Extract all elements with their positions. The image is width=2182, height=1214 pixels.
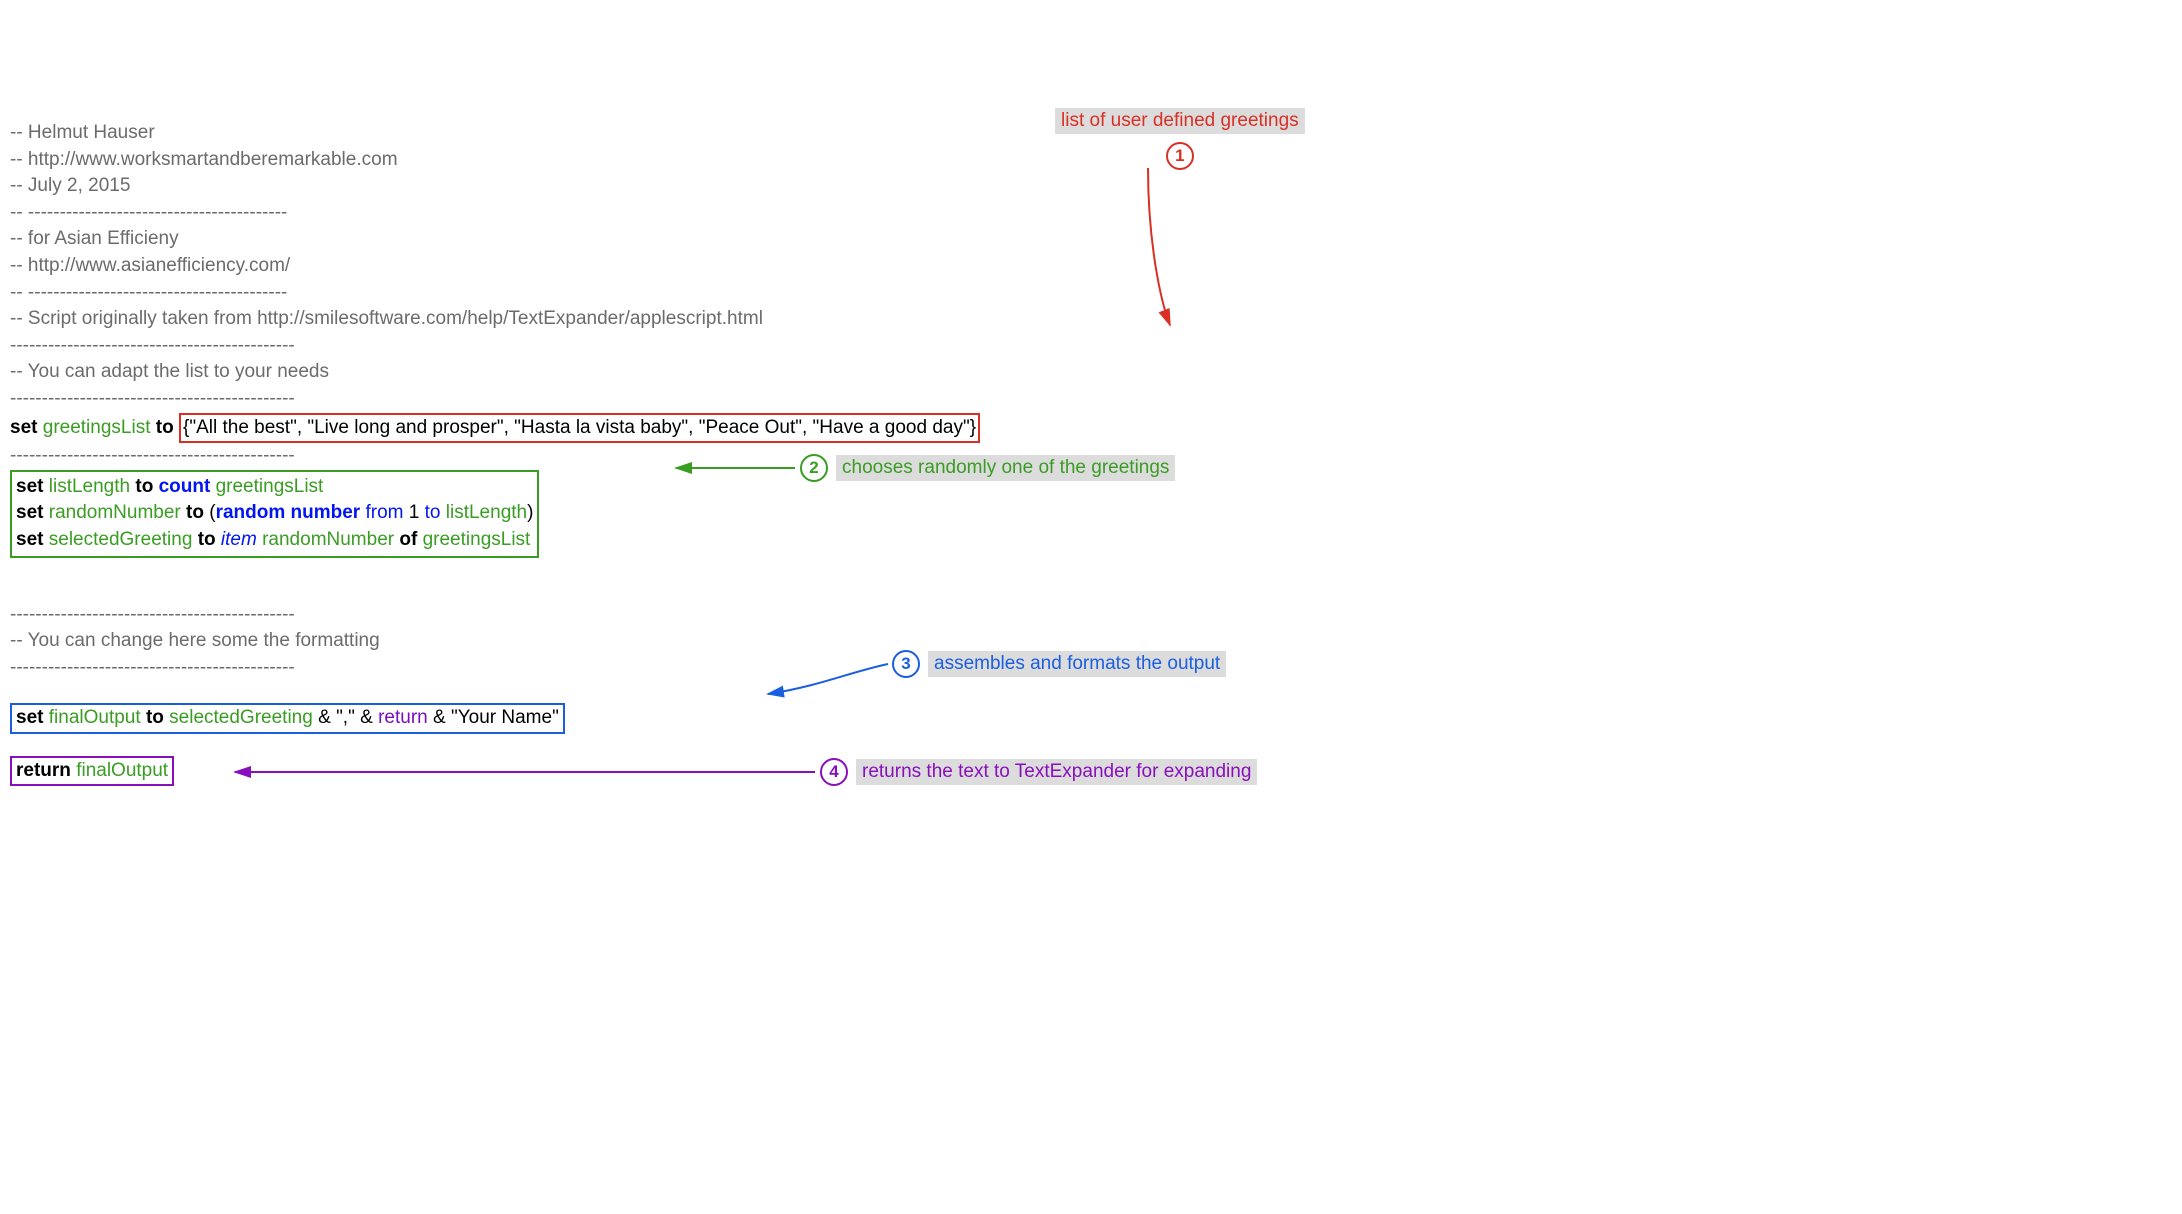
callout-4-number: 4 (820, 758, 848, 786)
callout-2: 2 chooses randomly one of the greetings (800, 454, 1175, 482)
callout-1-label: list of user defined greetings (1055, 108, 1305, 134)
comment-dash4: ----------------------------------------… (10, 604, 295, 625)
comment-format: -- You can change here some the formatti… (10, 630, 380, 651)
callout-3: 3 assembles and formats the output (892, 650, 1226, 678)
callout-3-label: assembles and formats the output (928, 651, 1226, 677)
comment-adapt: -- You can adapt the list to your needs (10, 361, 329, 382)
comment-dash5: ----------------------------------------… (10, 657, 295, 678)
callout-4: 4 returns the text to TextExpander for e… (820, 758, 1257, 786)
final-output-block: set finalOutput to selectedGreeting & ",… (10, 703, 565, 734)
callout-4-label: returns the text to TextExpander for exp… (856, 759, 1257, 785)
comment-sep1: -- -------------------------------------… (10, 202, 287, 223)
comment-date: -- July 2, 2015 (10, 175, 130, 196)
callout-2-number: 2 (800, 454, 828, 482)
comment-url1: -- http://www.worksmartandberemarkable.c… (10, 149, 398, 170)
callout-1: list of user defined greetings 1 (1055, 108, 1305, 170)
code-block: -- Helmut Hauser -- http://www.worksmart… (10, 98, 2172, 786)
comment-dash1: ----------------------------------------… (10, 335, 295, 356)
comment-author: -- Helmut Hauser (10, 122, 155, 143)
line-set-greetings: set greetingsList to {"All the best", "L… (10, 417, 980, 438)
random-selection-block: set listLength to count greetingsList se… (10, 470, 539, 558)
greetings-list-literal: {"All the best", "Live long and prosper"… (179, 413, 980, 444)
comment-sep2: -- -------------------------------------… (10, 282, 287, 303)
comment-for: -- for Asian Efficieny (10, 228, 179, 249)
comment-dash2: ----------------------------------------… (10, 388, 295, 409)
comment-url2: -- http://www.asianefficiency.com/ (10, 255, 290, 276)
return-block: return finalOutput (10, 756, 174, 787)
callout-1-number: 1 (1166, 142, 1194, 170)
callout-3-number: 3 (892, 650, 920, 678)
callout-2-label: chooses randomly one of the greetings (836, 455, 1175, 481)
comment-origin: -- Script originally taken from http://s… (10, 308, 763, 329)
comment-dash3: ----------------------------------------… (10, 445, 295, 466)
